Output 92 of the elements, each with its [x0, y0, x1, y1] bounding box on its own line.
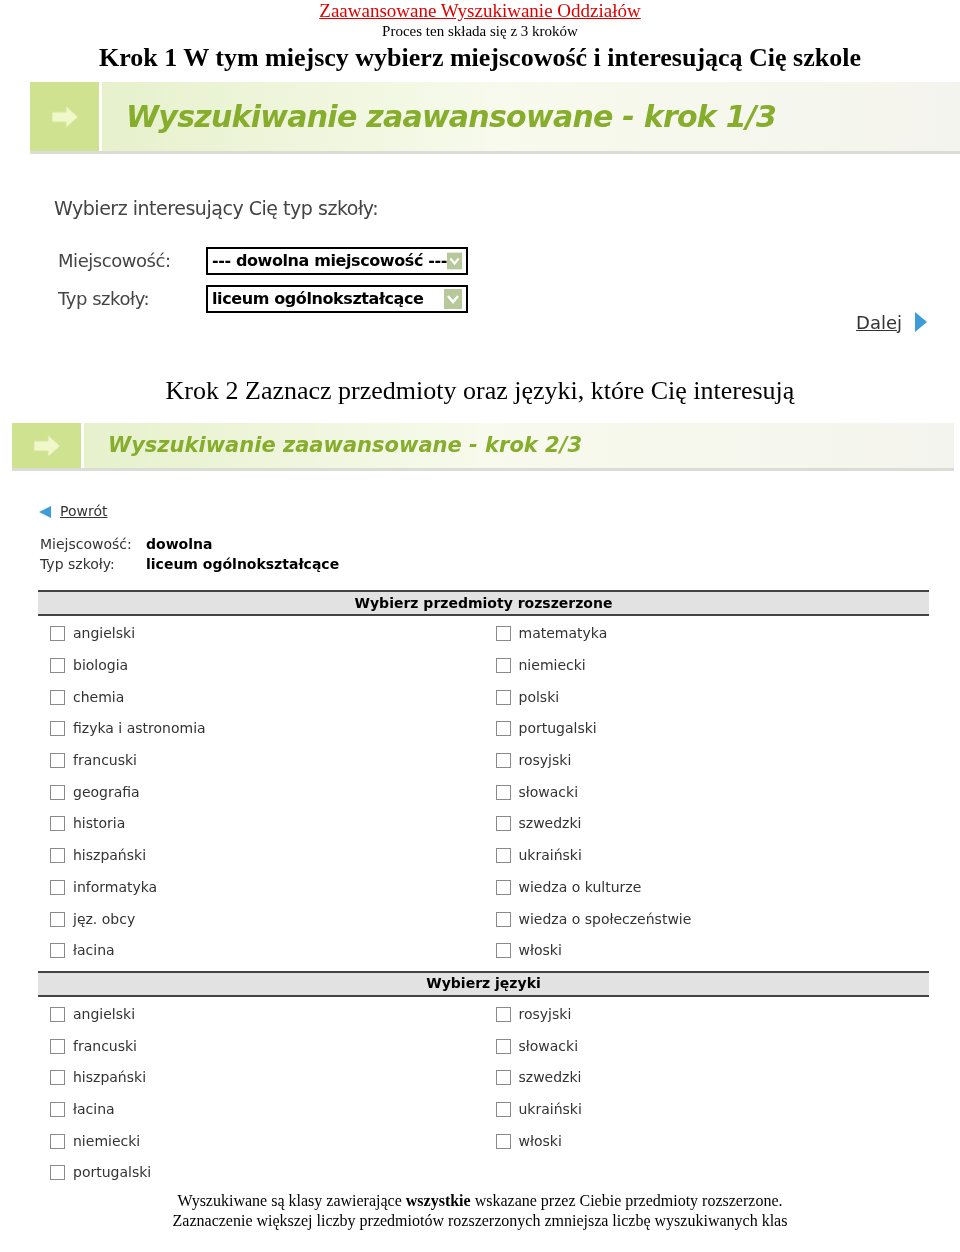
banner-title: Wyszukiwanie zaawansowane - krok 2/3 — [108, 431, 582, 459]
checkbox-label: polski — [518, 687, 560, 707]
checkbox-label: słowacki — [518, 782, 579, 802]
checkbox[interactable] — [50, 1070, 65, 1086]
back-icon — [38, 504, 52, 519]
checkbox-label: historia — [73, 814, 126, 834]
forward-icon — [914, 311, 928, 333]
checkbox[interactable] — [495, 1038, 511, 1054]
step-heading: Krok 2 Zaznacz przedmioty oraz języki, które Cię interesują — [165, 375, 795, 407]
checkbox[interactable] — [495, 943, 511, 959]
next-link[interactable]: Dalej — [856, 308, 902, 336]
checkbox-label: fizyka i astronomia — [73, 719, 206, 739]
checkbox-label: francuski — [73, 751, 137, 771]
checkbox[interactable] — [50, 1101, 65, 1117]
checkbox-label: włoski — [518, 941, 562, 961]
field-label: Miejscowość: — [57, 249, 172, 273]
checkbox-label: szwedzki — [518, 1068, 582, 1088]
caret-icon — [446, 250, 462, 271]
summary-value: dowolna — [146, 535, 213, 554]
checkbox-label: hiszpański — [73, 1068, 147, 1088]
checkbox[interactable] — [495, 879, 511, 895]
checkbox[interactable] — [50, 816, 65, 832]
checkbox-label: niemiecki — [73, 1131, 141, 1151]
checkbox-label: hiszpański — [73, 846, 147, 866]
checkbox-label: łacina — [73, 1099, 115, 1119]
checkbox-label: łacina — [73, 941, 115, 961]
checkbox[interactable] — [495, 816, 511, 832]
checkbox-label: angielski — [73, 1004, 136, 1024]
checkbox[interactable] — [50, 911, 65, 927]
checkbox[interactable] — [50, 1165, 65, 1181]
checkbox-label: ukraiński — [518, 1099, 582, 1119]
step-heading: Krok 1 W tym miejscy wybierz miejscowość i interesującą Cię szkole — [98, 42, 861, 74]
section-header: Wybierz języki — [38, 970, 929, 997]
checkbox-label: geografia — [73, 782, 140, 802]
back-link[interactable]: Powrót — [60, 501, 108, 522]
checkbox-label: ukraiński — [518, 846, 582, 866]
checkbox-label: chemia — [73, 687, 125, 707]
prompt-text: Wybierz interesujący Cię typ szkoły: — [54, 196, 380, 221]
checkbox[interactable] — [50, 879, 65, 895]
document-subtitle: Proces ten składa się z 3 kroków — [382, 22, 578, 40]
checkbox-label: włoski — [518, 1131, 562, 1151]
checkbox-label: wiedza o społeczeństwie — [518, 909, 692, 929]
checkbox[interactable] — [50, 753, 65, 769]
checkbox[interactable] — [50, 658, 65, 674]
checkbox-label: angielski — [73, 624, 136, 644]
checkbox[interactable] — [495, 689, 511, 705]
checkbox[interactable] — [50, 943, 65, 959]
checkbox[interactable] — [50, 1133, 65, 1149]
footer-note: Wyszukiwane są klasy zawierające wszystkie wskazane przez Ciebie przedmioty rozszerzone. — [177, 1190, 783, 1211]
dropdown[interactable]: --- dowolna miejscowość --- — [206, 246, 468, 275]
banner-title: Wyszukiwanie zaawansowane - krok 1/3 — [126, 98, 777, 136]
checkbox-label: słowacki — [518, 1036, 579, 1056]
checkbox[interactable] — [495, 848, 511, 864]
checkbox[interactable] — [495, 911, 511, 927]
caret-icon — [444, 288, 462, 309]
checkbox[interactable] — [50, 1038, 65, 1054]
document-title[interactable]: Zaawansowane Wyszukiwanie Oddziałów — [319, 0, 641, 22]
checkbox[interactable] — [495, 753, 511, 769]
checkbox-label: niemiecki — [518, 656, 586, 676]
checkbox[interactable] — [495, 1101, 511, 1117]
checkbox-label: rosyjski — [518, 751, 572, 771]
checkbox[interactable] — [50, 1006, 65, 1022]
checkbox-label: wiedza o kulturze — [518, 877, 642, 897]
checkbox-label: rosyjski — [518, 1004, 572, 1024]
checkbox-label: portugalski — [518, 719, 597, 739]
summary-label: Typ szkoły: — [40, 555, 116, 574]
checkbox[interactable] — [495, 658, 511, 674]
checkbox[interactable] — [495, 721, 511, 737]
checkbox[interactable] — [495, 784, 511, 800]
checkbox[interactable] — [50, 721, 65, 737]
dropdown[interactable]: liceum ogólnokształcące — [206, 284, 468, 313]
checkbox[interactable] — [50, 626, 65, 642]
checkbox-label: portugalski — [73, 1163, 152, 1183]
section-header: Wybierz przedmioty rozszerzone — [38, 590, 929, 616]
checkbox[interactable] — [50, 689, 65, 705]
checkbox[interactable] — [50, 848, 65, 864]
checkbox-label: francuski — [73, 1036, 137, 1056]
footer-note: Zaznaczenie większej liczby przedmiotów rozszerzonych zmniejsza liczbę wyszukiwanych klas — [172, 1210, 788, 1231]
arrow-icon — [31, 433, 62, 458]
checkbox-label: biologia — [73, 656, 129, 676]
checkbox-label: szwedzki — [518, 814, 582, 834]
field-label: Typ szkoły: — [57, 287, 151, 311]
checkbox[interactable] — [50, 784, 65, 800]
summary-value: liceum ogólnokształcące — [146, 555, 340, 574]
checkbox-label: jęz. obcy — [73, 909, 136, 929]
checkbox[interactable] — [495, 1006, 511, 1022]
summary-label: Miejscowość: — [40, 535, 133, 554]
checkbox-label: informatyka — [73, 877, 158, 897]
checkbox[interactable] — [495, 626, 511, 642]
checkbox[interactable] — [495, 1133, 511, 1149]
checkbox-label: matematyka — [518, 624, 608, 644]
checkbox[interactable] — [495, 1070, 511, 1086]
